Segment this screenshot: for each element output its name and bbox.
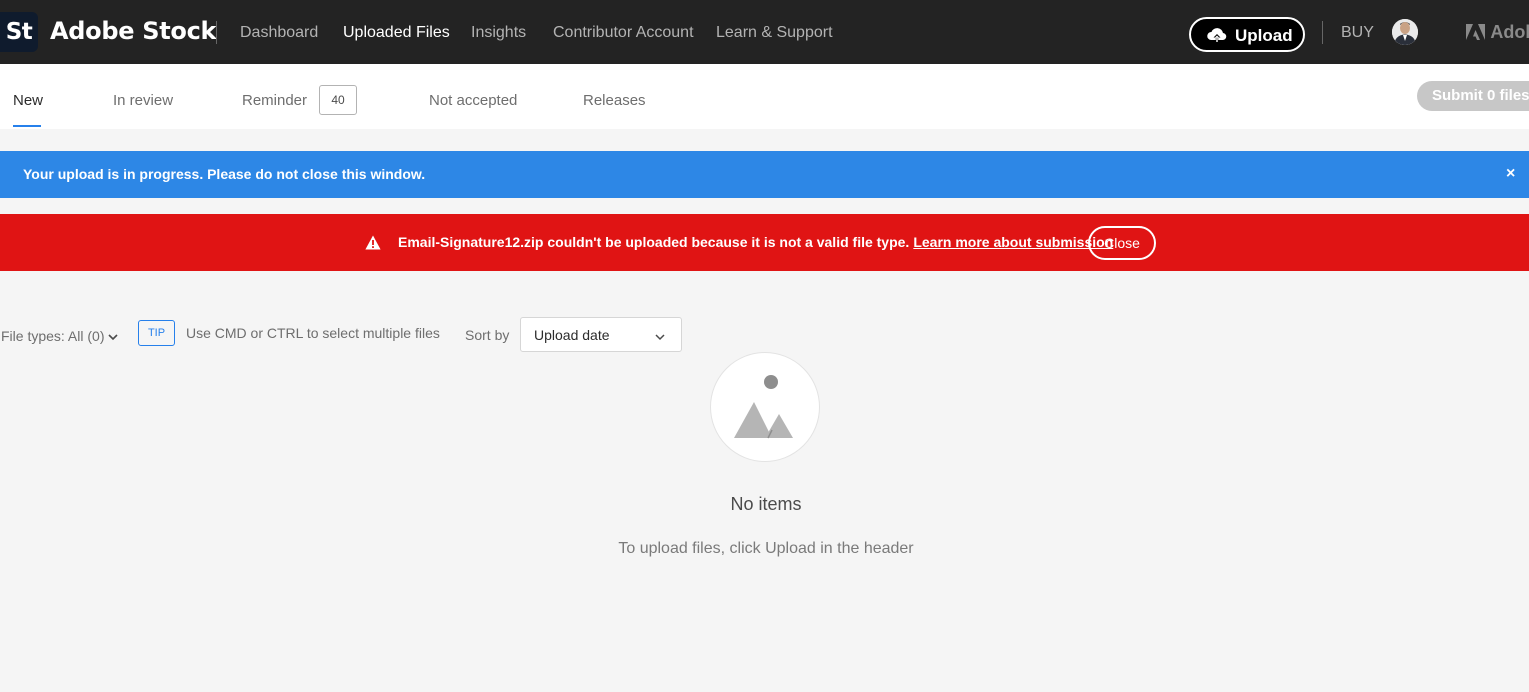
upload-progress-message: Your upload is in progress. Please do no… [23,166,426,182]
reminder-count-badge: 40 [319,85,357,115]
upload-error-banner: Email-Signature12.zip couldn't be upload… [0,214,1529,271]
adobe-label: Adobe [1490,22,1529,42]
tab-releases[interactable]: Releases [583,92,646,109]
header-divider [1322,21,1323,44]
tab-reminder[interactable]: Reminder [242,92,307,109]
nav-dashboard[interactable]: Dashboard [240,24,318,42]
tab-new[interactable]: New [13,92,43,109]
upload-progress-banner: Your upload is in progress. Please do no… [0,151,1529,198]
tip-text: Use CMD or CTRL to select multiple files [186,325,440,341]
cloud-upload-icon [1207,26,1227,49]
file-status-tabs: New In review Reminder 40 Not accepted R… [0,64,1529,129]
adobe-a-icon [1466,22,1490,42]
empty-state-illustration [710,352,820,462]
nav-insights[interactable]: Insights [471,24,526,42]
adobe-logo[interactable]: Adobe [1466,22,1529,43]
header-divider [216,21,217,44]
nav-contributor-account[interactable]: Contributor Account [553,24,694,42]
learn-more-link[interactable]: Learn more about submission [913,234,1113,250]
sort-select[interactable]: Upload date [520,317,682,352]
brand-name[interactable]: Adobe Stock [50,17,217,45]
nav-uploaded-files[interactable]: Uploaded Files [343,24,450,42]
submit-files-button[interactable]: Submit 0 files [1417,81,1529,111]
sort-select-value: Upload date [534,327,610,343]
nav-learn-support[interactable]: Learn & Support [716,24,833,42]
top-header: St Adobe Stock Dashboard Uploaded Files … [0,0,1529,64]
tab-not-accepted[interactable]: Not accepted [429,92,517,109]
upload-button[interactable]: Upload [1189,17,1305,52]
warning-icon [365,235,381,255]
empty-state-subtitle: To upload files, click Upload in the hea… [618,540,914,557]
error-text: Email-Signature12.zip couldn't be upload… [398,234,910,250]
avatar[interactable] [1392,19,1418,45]
upload-label: Upload [1235,26,1293,45]
buy-link[interactable]: BUY [1341,24,1374,42]
close-error-button[interactable]: Close [1088,226,1156,260]
tab-in-review[interactable]: In review [113,92,173,109]
file-types-filter[interactable]: File types: All (0) [1,328,118,344]
tip-badge: TIP [138,320,175,346]
close-icon[interactable]: × [1506,165,1515,183]
adobe-stock-logo[interactable]: St [0,12,38,52]
chevron-down-icon [655,328,665,346]
file-types-label: File types: All (0) [1,328,105,344]
upload-error-message: Email-Signature12.zip couldn't be upload… [398,234,1113,250]
active-tab-indicator [13,125,41,127]
sort-by-label: Sort by [465,327,510,343]
empty-state-title: No items [730,494,802,514]
chevron-down-icon [108,328,118,344]
